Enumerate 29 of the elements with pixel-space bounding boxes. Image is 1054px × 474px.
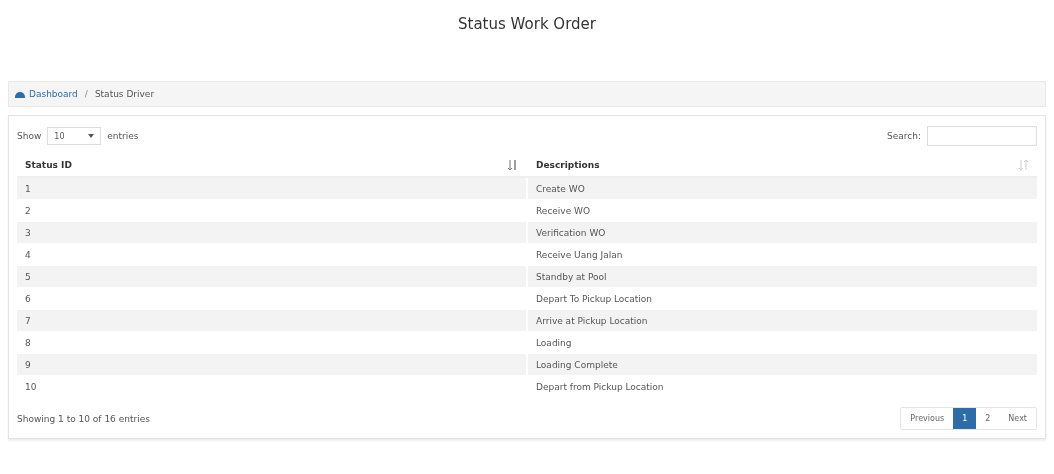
page-title: Status Work Order (457, 14, 597, 35)
breadcrumb-current: Status Driver (94, 89, 155, 99)
entries-select[interactable]: 10 (47, 127, 102, 145)
breadcrumb-separator: / (84, 89, 88, 99)
table-cell: Standby at Pool (527, 265, 1037, 288)
sort-icon (1019, 160, 1029, 170)
table-cell: Loading Complete (527, 353, 1037, 376)
table-cell: 3 (17, 221, 527, 244)
table-info: Showing 1 to 10 of 16 entries (17, 413, 150, 424)
table-cell: Verification WO (527, 221, 1037, 244)
table-cell: 9 (17, 353, 527, 376)
table-cell: Arrive at Pickup Location (527, 309, 1037, 332)
table-cell: 10 (17, 375, 527, 397)
table-cell: 7 (17, 309, 527, 332)
caret-icon (88, 134, 95, 138)
column-header[interactable]: Status ID (25, 160, 72, 170)
entries-label: entries (107, 131, 139, 141)
table-cell: 5 (17, 265, 527, 288)
search-field[interactable] (927, 126, 1037, 146)
breadcrumb-link[interactable]: Dashboard (29, 89, 78, 99)
page-button[interactable]: 1 (953, 408, 977, 429)
table-cell: 1 (17, 177, 527, 200)
sort-ascending-icon (508, 160, 518, 170)
table-cell: Create WO (527, 177, 1037, 200)
search-label: Search: (887, 131, 921, 141)
show-label: Show (17, 131, 42, 141)
column-header[interactable]: Descriptions (536, 160, 600, 170)
table-cell: Depart from Pickup Location (527, 375, 1037, 397)
dashboard-icon (15, 89, 25, 99)
